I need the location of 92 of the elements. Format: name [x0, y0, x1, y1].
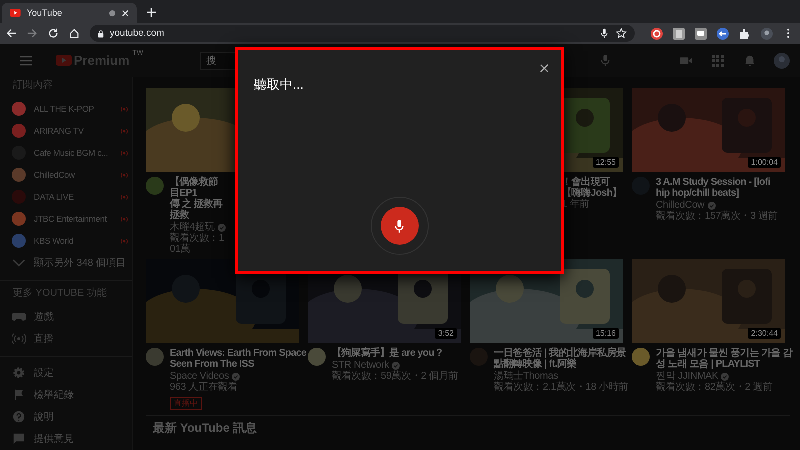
gamepad-icon [12, 311, 26, 323]
video-title-line[interactable]: 3 A.M Study Session - [lofi [656, 177, 778, 188]
reload-icon[interactable] [48, 28, 59, 39]
duration-badge: 12:55 [592, 157, 619, 168]
channel-name: Cafe Music BGM c... [34, 148, 108, 158]
dialog-title: 聽取中... [254, 76, 304, 94]
video-title-line[interactable]: 一日爸爸活 | 我的北海岸私房景 [494, 348, 628, 359]
video-title-line[interactable]: ！會出現可 [562, 177, 622, 188]
channel-name: ARIRANG TV [34, 126, 84, 136]
show-more-item[interactable]: 顯示另外 348 個項目 [0, 252, 132, 274]
live-badge: 直播中 [170, 397, 202, 410]
show-more-label: 顯示另外 348 個項目 [34, 256, 126, 270]
view-count: 觀看次數：2.1萬次・18 小時前 [494, 382, 628, 393]
channel-name: JTBC Entertainment [34, 214, 107, 224]
new-tab-icon[interactable] [147, 8, 156, 17]
sidebar-item[interactable]: 設定 [0, 362, 132, 384]
close-icon[interactable] [540, 64, 549, 73]
video-title-line[interactable]: 성 노래 모음 | PLAYLIST [656, 359, 793, 370]
view-count: 963 人正在觀看 [170, 382, 239, 393]
play-logo-icon [10, 9, 21, 17]
channel-item[interactable]: ALL THE K-POP [0, 98, 132, 120]
video-title-line[interactable]: 가을 냄새가 물씬 풍기는 가을 감 [656, 348, 793, 359]
channel-item[interactable]: ARIRANG TV [0, 120, 132, 142]
channel-name[interactable]: Space Videos [170, 371, 230, 382]
microphone-icon [394, 218, 405, 234]
url-text: youtube.com [110, 28, 164, 39]
help-icon [12, 411, 26, 423]
channel-item[interactable]: DATA LIVE [0, 186, 132, 208]
sidebar-item[interactable]: 檢舉紀錄 [0, 384, 132, 406]
channel-name[interactable]: 湯瑪士Thomas [494, 371, 558, 382]
channel-name: KBS World [34, 236, 74, 246]
video-title-line[interactable]: 點翻轉映像 | ft.阿樂 [494, 359, 628, 370]
video-title-line[interactable]: 【偶像救節目EP1 [170, 177, 227, 199]
flag-icon [12, 389, 26, 401]
channel-name: ALL THE K-POP [34, 104, 94, 114]
star-icon[interactable] [616, 28, 627, 39]
profile-avatar-icon[interactable] [761, 28, 773, 40]
duration-badge: 2:30:44 [748, 328, 781, 339]
sidebar-label: 設定 [34, 366, 54, 380]
channel-item[interactable]: ChilledCow [0, 164, 132, 186]
duration-badge: 1:00:04 [748, 157, 781, 168]
sidebar-label: 檢舉紀錄 [34, 388, 74, 402]
tab-title: YouTube [27, 8, 64, 18]
sidebar-label: 說明 [34, 410, 54, 424]
chat-icon[interactable] [695, 28, 707, 40]
extension-icon[interactable] [651, 28, 663, 40]
channel-item[interactable]: JTBC Entertainment [0, 208, 132, 230]
sidebar-label: 提供意見 [34, 432, 74, 446]
channel-avatar[interactable] [632, 348, 650, 366]
microphone-icon[interactable] [599, 28, 610, 39]
video-title-line[interactable]: Earth Views: Earth From Space [170, 348, 307, 359]
sidebar-item[interactable]: 提供意見 [0, 428, 132, 450]
feedback-icon [12, 433, 26, 445]
settings-icon [12, 367, 26, 379]
browser-tab[interactable]: YouTube [2, 3, 137, 23]
forward-icon[interactable] [27, 28, 38, 39]
video-title-line[interactable]: 【狗屎寫手】是 are you？ [332, 348, 458, 359]
chevron-down-icon [12, 257, 26, 269]
video-title-line[interactable]: Seen From The ISS [170, 359, 307, 370]
home-icon[interactable] [69, 28, 80, 39]
view-count: 觀看次數：101萬 [170, 233, 226, 255]
microphone-button[interactable] [380, 207, 418, 245]
audio-dot-icon [109, 10, 116, 16]
video-title-line[interactable]: hip hop/chill beats] [656, 188, 778, 199]
view-count: 觀看次數：157萬次・3 週前 [656, 211, 778, 222]
clipboard-icon[interactable] [673, 28, 685, 40]
section-heading: 最新 YouTube 訊息 [152, 420, 258, 437]
channel-item[interactable]: Cafe Music BGM c... [0, 142, 132, 164]
duration-badge: 3:52 [435, 328, 457, 339]
channel-name[interactable]: STR Network [332, 360, 390, 371]
sidebar-item[interactable]: 遊戲 [0, 306, 132, 328]
channel-name[interactable]: ChilledCow [656, 200, 705, 211]
duration-badge: 15:16 [592, 328, 619, 339]
video-title-line[interactable]: 【嗨嗨Josh】 [562, 188, 622, 199]
channel-item[interactable]: KBS World [0, 230, 132, 252]
channel-name[interactable]: 찐막 JJINMAK [656, 371, 718, 382]
channel-name: DATA LIVE [34, 192, 74, 202]
sidebar-label: 直播 [34, 332, 54, 346]
broadcast-icon [12, 333, 26, 345]
sidebar-label: 遊戲 [34, 310, 54, 324]
address-bar[interactable]: youtube.com [90, 25, 635, 42]
channel-name[interactable]: 木曜4超玩 [170, 222, 215, 233]
back-icon[interactable] [6, 28, 17, 39]
sidebar-item[interactable]: 說明 [0, 406, 132, 428]
view-count: 觀看次數：59萬次・2 個月前 [332, 371, 458, 382]
video-title-line[interactable]: 傳 之 拯救再拯救 [170, 199, 227, 221]
sidebar-item[interactable]: 直播 [0, 328, 132, 350]
puzzle-icon[interactable] [739, 28, 751, 40]
channel-name: ChilledCow [34, 170, 75, 180]
arrow-extension-icon[interactable] [717, 28, 729, 40]
view-count: 觀看次數：82萬次・2 週前 [656, 382, 774, 393]
lock-icon [98, 30, 104, 38]
